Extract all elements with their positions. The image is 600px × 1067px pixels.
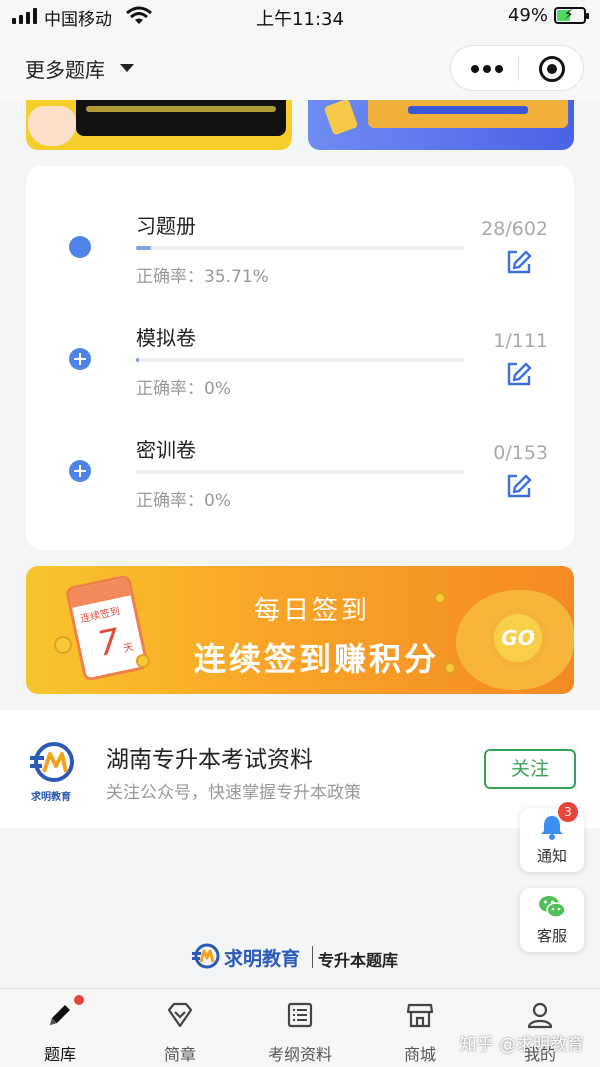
tab-question-bank[interactable]: 题库 <box>0 989 120 1067</box>
wechat-icon <box>539 896 566 918</box>
question-count: 0/153 <box>493 442 548 464</box>
battery-icon: ⚡ <box>554 7 589 24</box>
progress-bar <box>136 246 464 250</box>
nav-header: 更多题库 <box>0 34 600 100</box>
notification-button[interactable]: 3 通知 <box>520 802 584 872</box>
user-icon <box>527 1002 553 1029</box>
progress-fill <box>136 358 139 362</box>
promo-banner-left[interactable] <box>26 100 292 150</box>
accuracy-text: 正确率：0% <box>136 379 231 399</box>
plus-circle-icon <box>69 348 91 370</box>
more-dots-icon[interactable] <box>471 65 503 73</box>
signin-subtitle: 连续签到赚积分 <box>194 640 440 678</box>
hand-illustration <box>28 106 76 146</box>
follow-button[interactable]: 关注 <box>484 749 576 789</box>
plus-circle-icon <box>69 460 91 482</box>
edit-icon[interactable] <box>506 361 532 387</box>
brand-name: 求明教育 <box>224 948 301 970</box>
brand-divider <box>312 946 313 968</box>
practice-row-intensive[interactable]: 密训卷 正确率：0% 0/153 <box>26 420 574 532</box>
calendar-unit: 天 <box>122 642 135 655</box>
practice-card: 习题册 正确率：35.71% 28/602 模拟卷 正确率：0% 1/111 密… <box>26 166 574 550</box>
progress-fill <box>136 246 152 250</box>
tab-label: 题库 <box>43 1045 76 1064</box>
promo-banner-right[interactable] <box>308 100 574 150</box>
tab-label: 简章 <box>163 1045 196 1064</box>
question-count: 28/602 <box>481 218 548 240</box>
library-selector[interactable]: 更多题库 <box>25 54 105 83</box>
document-list-icon <box>287 1002 313 1028</box>
progress-bar <box>136 470 464 474</box>
daily-signin-banner[interactable]: 连续签到 7 天 每日签到 连续签到赚积分 GO <box>26 566 574 694</box>
brand-subtitle: 专升本题库 <box>318 951 399 970</box>
close-miniapp-icon[interactable] <box>539 56 565 82</box>
brand-footer: 求明教育 专升本题库 <box>192 942 432 972</box>
started-dot-icon <box>69 236 91 258</box>
coin-icon <box>54 636 72 654</box>
miniapp-capsule <box>450 45 584 91</box>
progress-bar <box>136 358 464 362</box>
official-account-bar: 求明教育 湖南专升本考试资料 关注公众号，快速掌握专升本政策 关注 <box>0 710 600 828</box>
accuracy-text: 正确率：35.71% <box>136 267 269 287</box>
pencil-icon <box>50 1005 70 1025</box>
diamond-icon <box>167 1002 193 1028</box>
capsule-divider <box>518 57 519 81</box>
practice-row-mock[interactable]: 模拟卷 正确率：0% 1/111 <box>26 308 574 420</box>
customer-service-button[interactable]: 客服 <box>520 888 584 952</box>
coin-icon <box>444 662 456 674</box>
tab-syllabus[interactable]: 考纲资料 <box>240 989 360 1067</box>
calendar-day: 7 <box>94 621 124 665</box>
coin-icon <box>136 654 150 668</box>
practice-title: 模拟卷 <box>136 326 196 350</box>
notification-badge: 3 <box>558 802 578 822</box>
unread-dot <box>74 995 84 1005</box>
accuracy-text: 正确率：0% <box>136 491 231 511</box>
banner-right-figure <box>323 100 359 136</box>
banner-left-graphic <box>76 100 286 136</box>
banner-right-graphic <box>368 100 568 128</box>
logo-caption: 求明教育 <box>31 792 71 803</box>
battery-percentage: 49% <box>507 5 548 26</box>
coin-icon <box>434 592 446 604</box>
account-description: 关注公众号，快速掌握专升本政策 <box>106 783 361 803</box>
go-label: GO <box>501 626 535 650</box>
tab-brochure[interactable]: 简章 <box>120 989 240 1067</box>
charging-icon: ⚡ <box>564 7 574 23</box>
calendar-illustration: 连续签到 7 天 <box>64 574 150 682</box>
signin-title: 每日签到 <box>254 596 371 626</box>
edit-icon[interactable] <box>506 249 532 275</box>
calendar-header <box>68 577 131 608</box>
store-icon <box>406 1003 434 1028</box>
account-name: 湖南专升本考试资料 <box>106 747 313 773</box>
edit-icon[interactable] <box>506 473 532 499</box>
watermark: 知乎 @求明教育 <box>459 1035 584 1055</box>
customer-service-label: 客服 <box>536 927 567 945</box>
tab-mine[interactable]: 我的 <box>480 989 600 1067</box>
status-bar: 中国移动 上午11:34 49% ⚡ <box>0 0 600 34</box>
bottom-tab-bar: 题库 简章 考纲资料 商城 我的 <box>0 988 600 1067</box>
practice-row-exercise[interactable]: 习题册 正确率：35.71% 28/602 <box>26 196 574 308</box>
notification-label: 通知 <box>536 847 567 865</box>
tab-label: 考纲资料 <box>267 1045 332 1064</box>
question-count: 1/111 <box>493 330 548 352</box>
caret-down-icon[interactable] <box>120 64 134 72</box>
tab-store[interactable]: 商城 <box>360 989 480 1067</box>
qiuming-logo-icon <box>30 742 74 782</box>
practice-title: 习题册 <box>136 214 196 238</box>
practice-title: 密训卷 <box>136 438 196 462</box>
qiuming-logo-icon <box>192 943 220 969</box>
